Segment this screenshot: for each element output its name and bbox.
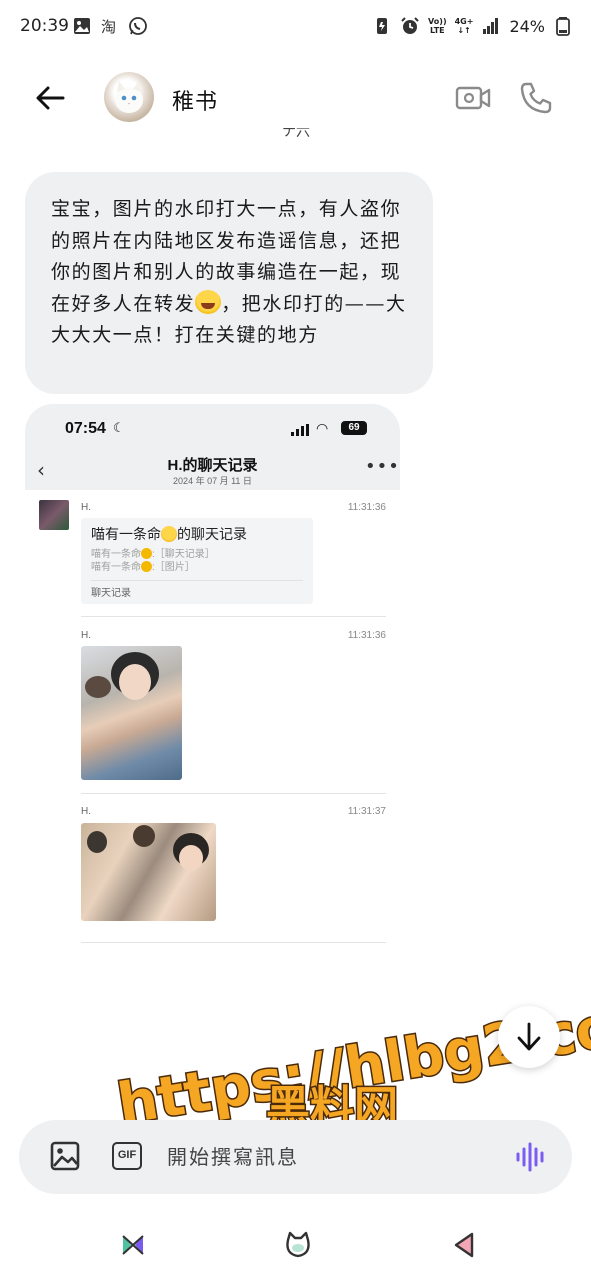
screenshot-date: 2024 年 07 月 11 日 xyxy=(173,476,252,486)
arrow-left-icon xyxy=(36,86,65,110)
screenshot-header: 07:54 ☾ ◠ 69 ‹ H.的聊天记录 2024 年 07 月 11 日 … xyxy=(25,404,400,490)
message-composer: GIF xyxy=(19,1120,572,1194)
kiss-emoji-icon xyxy=(161,526,177,542)
signal-icon xyxy=(291,424,309,436)
record-sender: H. xyxy=(81,806,91,817)
phone-icon xyxy=(520,82,552,114)
voice-call-button[interactable] xyxy=(518,80,554,116)
screenshot-battery: 69 xyxy=(341,421,367,435)
network-type: 4G+ ↓↑ xyxy=(454,17,474,35)
attach-image-button[interactable] xyxy=(49,1140,81,1172)
battery-percent: 24% xyxy=(509,16,545,36)
cut-off-previous-message: ナ六 xyxy=(282,128,310,140)
divider xyxy=(81,793,386,794)
alarm-icon xyxy=(401,17,419,34)
shared-photo xyxy=(81,823,216,921)
gif-button[interactable]: GIF xyxy=(112,1142,142,1170)
back-button[interactable] xyxy=(30,80,70,116)
whatsapp-icon xyxy=(129,17,147,35)
back-triangle-icon xyxy=(454,1232,474,1258)
forwarded-card-title: 喵有一条命 的聊天记录 xyxy=(91,526,247,542)
moon-icon: ☾ xyxy=(113,421,125,436)
contact-avatar[interactable] xyxy=(104,72,154,122)
video-camera-icon xyxy=(455,86,491,110)
status-bar: 20:39 淘 Vo)) LTE 4G+ ↓↑ 24% xyxy=(0,0,591,56)
avatar xyxy=(39,500,69,530)
taobao-icon: 淘 xyxy=(101,18,116,36)
record-time: 11:31:36 xyxy=(347,502,386,513)
message-input[interactable] xyxy=(167,1142,497,1172)
svg-text:淘: 淘 xyxy=(101,18,116,36)
more-icon: ••• xyxy=(365,456,400,477)
voice-wave-icon xyxy=(516,1142,544,1172)
forwarded-card-footer: 聊天记录 xyxy=(91,580,303,599)
forwarded-line: 喵有一条命:［图片］ xyxy=(91,561,195,573)
system-nav-bar xyxy=(0,1218,591,1280)
record-sender: H. xyxy=(81,630,91,641)
recents-icon xyxy=(122,1235,144,1255)
divider xyxy=(81,616,386,617)
forwarded-line: 喵有一条命:［聊天记录］ xyxy=(91,548,215,560)
cat-photo xyxy=(115,81,143,113)
contact-name[interactable]: 稚书 xyxy=(172,84,218,116)
image-icon xyxy=(50,1141,80,1171)
signal-icon xyxy=(483,18,499,34)
shared-screenshot[interactable]: 07:54 ☾ ◠ 69 ‹ H.的聊天记录 2024 年 07 月 11 日 … xyxy=(25,404,400,964)
screenshot-time: 07:54 xyxy=(65,420,106,437)
message-text: 宝宝，图片的水印打大一点，有人盗你的照片在内陆地区发布造谣信息，还把你的图片和别… xyxy=(51,198,407,346)
record-time: 11:31:36 xyxy=(347,630,386,641)
screenshot-title: H.的聊天记录 xyxy=(167,457,258,474)
arrow-down-icon xyxy=(517,1022,541,1051)
divider xyxy=(81,942,386,943)
kiss-emoji-icon xyxy=(141,548,152,559)
message-bubble[interactable]: 宝宝，图片的水印打大一点，有人盗你的照片在内陆地区发布造谣信息，还把你的图片和别… xyxy=(25,172,433,394)
volte-indicator: Vo)) LTE xyxy=(428,17,447,35)
shared-photo xyxy=(81,646,182,780)
chat-header: 稚书 xyxy=(0,60,591,136)
video-call-button[interactable] xyxy=(454,82,492,114)
forwarded-chat-card: 喵有一条命 的聊天记录 喵有一条命:［聊天记录］ 喵有一条命:［图片］ 聊天记录 xyxy=(81,518,313,604)
voice-message-button[interactable] xyxy=(515,1140,547,1174)
record-sender: H. xyxy=(81,502,91,513)
battery-icon xyxy=(556,17,570,36)
gallery-icon xyxy=(74,18,90,34)
kiss-emoji-icon xyxy=(141,561,152,572)
back-nav-button[interactable] xyxy=(450,1230,480,1260)
record-time: 11:31:37 xyxy=(347,806,386,817)
home-cat-icon xyxy=(286,1231,310,1258)
battery-saver-icon xyxy=(377,18,388,34)
wifi-icon: ◠ xyxy=(316,421,329,437)
recents-button[interactable] xyxy=(118,1230,148,1260)
scroll-to-bottom-button[interactable] xyxy=(498,1006,560,1068)
tears-of-joy-emoji-icon xyxy=(195,289,222,314)
home-button[interactable] xyxy=(283,1230,313,1260)
status-time: 20:39 xyxy=(20,16,69,36)
